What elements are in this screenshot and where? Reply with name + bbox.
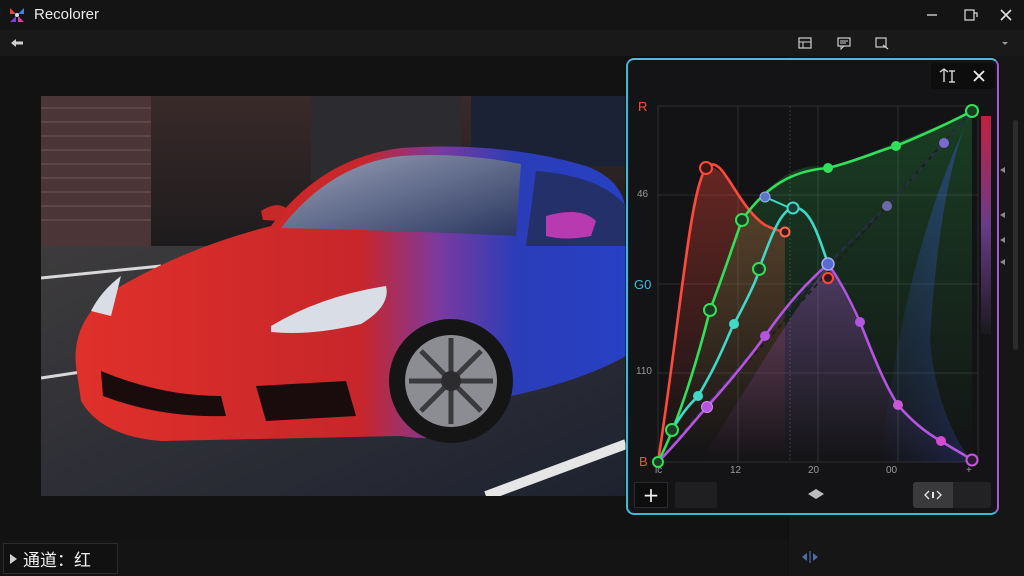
bottom-strip xyxy=(0,540,788,576)
red-control-point xyxy=(699,161,713,175)
code-icon xyxy=(924,490,942,500)
green-control-point xyxy=(703,303,717,317)
green-control-point xyxy=(665,423,679,437)
curve-handle[interactable] xyxy=(806,486,826,502)
purple-control-point xyxy=(760,331,770,341)
diamond-icon xyxy=(808,489,824,499)
value-field[interactable] xyxy=(675,482,717,508)
blue-control-point xyxy=(759,191,771,203)
purple-control-point xyxy=(701,401,713,413)
teal-control-point xyxy=(786,201,800,215)
blue-control-point xyxy=(882,201,892,211)
channel-label: 通道：红 xyxy=(23,551,91,571)
code-view-button[interactable] xyxy=(913,482,953,508)
purple-control-point xyxy=(855,317,865,327)
add-icon: + xyxy=(642,483,660,507)
curve-graph[interactable] xyxy=(0,0,1024,576)
green-control-point xyxy=(823,163,833,173)
teal-control-point xyxy=(729,319,739,329)
purple-control-point xyxy=(893,400,903,410)
play-icon xyxy=(10,553,17,564)
green-control-point xyxy=(891,141,901,151)
side-ticks xyxy=(1000,167,1005,265)
teal-control-point xyxy=(693,391,703,401)
red-control-point xyxy=(779,226,791,238)
green-control-point xyxy=(735,213,749,227)
channel-selector[interactable]: 通道：红 xyxy=(3,543,118,574)
origin-control-point xyxy=(652,456,664,468)
channel-gradient-bar xyxy=(981,116,991,334)
blue-control-point xyxy=(821,257,835,271)
red-control-point xyxy=(822,272,834,284)
purple-control-point xyxy=(965,453,979,467)
blue-control-point xyxy=(939,138,949,148)
green-control-point xyxy=(752,262,766,276)
add-point-button[interactable]: + xyxy=(634,482,668,508)
green-control-point xyxy=(965,104,979,118)
purple-control-point xyxy=(936,436,946,446)
